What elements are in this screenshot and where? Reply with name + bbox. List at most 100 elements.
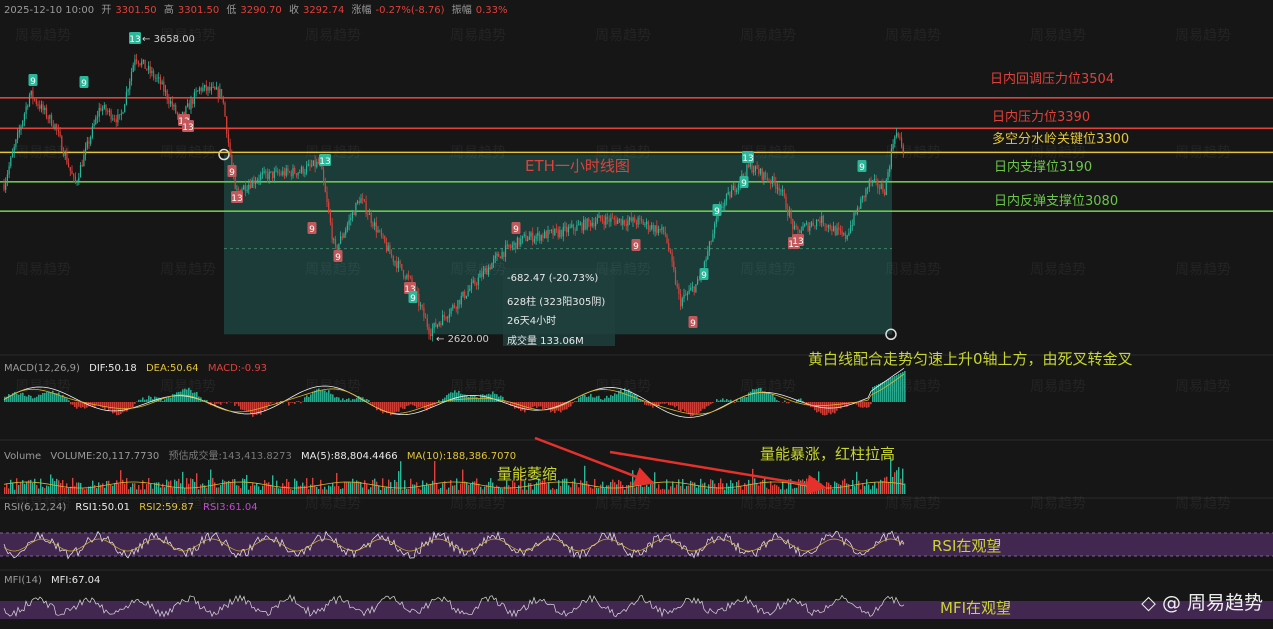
watermark-text: 周易趋势: [1030, 493, 1086, 513]
watermark-text: 周易趋势: [160, 259, 216, 279]
watermark-text: 周易趋势: [885, 142, 941, 162]
candle: [71, 165, 72, 174]
candle-body: [517, 238, 518, 249]
candle: [107, 108, 108, 115]
volume-bar: [170, 480, 171, 494]
volume-bar: [864, 486, 865, 494]
volume-bar: [212, 478, 213, 494]
volume-name: Volume: [4, 451, 41, 462]
candle-body: [173, 105, 174, 106]
candle: [219, 83, 220, 98]
volume-bar: [586, 481, 587, 494]
candle-body: [330, 212, 331, 223]
volume-bar: [852, 480, 853, 494]
candle-body: [789, 212, 790, 216]
candle-body: [360, 198, 361, 203]
volume-bar: [568, 485, 569, 494]
macd-bar: [374, 402, 376, 406]
volume-bar: [802, 479, 803, 494]
watermark-text: 周易趋势: [1175, 25, 1231, 45]
candle-body: [536, 236, 537, 239]
candle-body: [607, 217, 608, 220]
candle: [75, 172, 76, 184]
candle-body: [228, 134, 229, 142]
candle-body: [529, 237, 530, 240]
candle-body: [117, 114, 118, 122]
candle-body: [770, 181, 771, 184]
volume-bar: [402, 490, 403, 494]
macd-bar: [146, 399, 148, 402]
candle-body: [401, 264, 402, 270]
candle-body: [189, 103, 190, 109]
watermark-text: 周易趋势: [160, 493, 216, 513]
volume-bar: [372, 480, 373, 494]
candle-body: [272, 171, 273, 178]
candle-body: [114, 119, 115, 120]
volume-bar: [398, 471, 399, 494]
candle: [54, 123, 55, 130]
macd-bar: [60, 396, 62, 402]
macd-bar: [238, 402, 240, 406]
candle-body: [825, 225, 826, 226]
watermark-text: 周易趋势: [160, 25, 216, 45]
volume-bar: [854, 486, 855, 494]
candle-body: [141, 62, 142, 65]
macd-bar: [78, 402, 80, 407]
volume-bar: [550, 490, 551, 494]
volume-bar: [476, 478, 477, 494]
candle-body: [644, 224, 645, 225]
candle: [621, 219, 622, 226]
candle-body: [410, 277, 411, 278]
candle-body: [838, 228, 839, 230]
candle: [167, 89, 168, 104]
macd-bar: [828, 402, 830, 413]
candle-body: [474, 280, 475, 284]
volume-bar: [364, 480, 365, 494]
volume-bar: [674, 488, 675, 494]
macd-bar: [550, 402, 552, 412]
volume-bar: [850, 489, 851, 494]
volume-bar: [432, 481, 433, 494]
volume-bar: [618, 480, 619, 494]
candle-body: [876, 179, 877, 180]
candle-body: [116, 119, 117, 122]
macd-bar: [870, 402, 872, 404]
candle-body: [831, 229, 832, 231]
candle-body: [423, 308, 424, 317]
macd-bar: [576, 401, 578, 402]
watermark-text: 周易趋势: [15, 25, 71, 45]
watermark-text: 周易趋势: [595, 259, 651, 279]
macd-bar: [644, 402, 646, 405]
volume-bar: [166, 480, 167, 494]
macd-bar: [418, 402, 420, 407]
candle-body: [83, 155, 84, 166]
candle-body: [655, 226, 656, 232]
volume-bar: [208, 480, 209, 494]
candle-body: [469, 289, 470, 291]
candle-body: [279, 173, 280, 174]
candle-body: [99, 108, 100, 117]
candle-body: [298, 173, 299, 176]
volume-bar: [140, 490, 141, 494]
td-marker: 9: [858, 160, 867, 173]
macd-bar: [584, 395, 586, 402]
rsi1-value: RSI1:50.01: [75, 502, 130, 513]
candle-body: [668, 243, 669, 250]
low-label: 低: [226, 5, 236, 16]
candle-body: [155, 78, 156, 79]
candle: [156, 74, 157, 82]
candle-body: [282, 171, 283, 175]
candle-body: [372, 223, 373, 226]
candle-body: [593, 223, 594, 226]
candle-body: [153, 71, 154, 78]
macd-bar: [104, 402, 106, 409]
volume-bar: [824, 489, 825, 494]
candle-body: [724, 201, 725, 207]
macd-bar: [438, 400, 440, 402]
measure-duration: 26天4小时: [507, 312, 556, 327]
watermark-text: 周易趋势: [595, 25, 651, 45]
volume-bar: [884, 478, 885, 494]
candle: [49, 114, 50, 123]
volume-bar: [216, 488, 217, 494]
candle-body: [575, 229, 576, 230]
